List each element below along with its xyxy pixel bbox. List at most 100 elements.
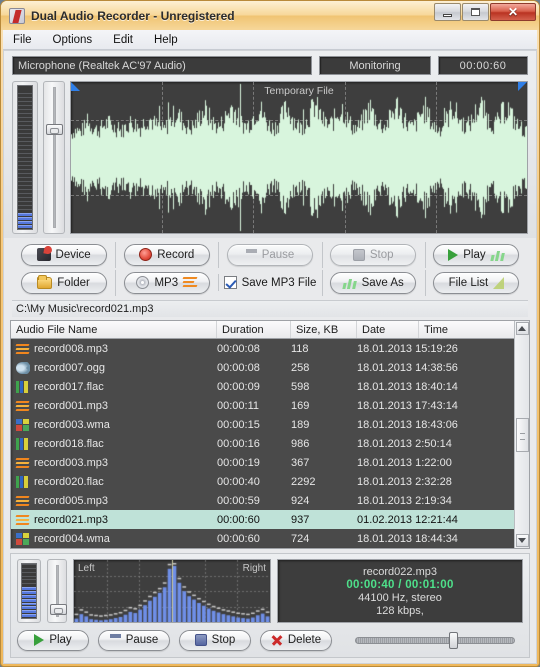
delete-x-icon bbox=[271, 634, 283, 646]
pause-button[interactable]: Pause bbox=[227, 243, 313, 266]
menu-item-file[interactable]: File bbox=[11, 33, 34, 47]
column-header-date[interactable]: Date bbox=[357, 321, 419, 338]
track-file-name: record022.mp3 bbox=[363, 565, 437, 578]
meter-segment bbox=[22, 564, 36, 567]
meter-segment bbox=[18, 101, 32, 104]
meter-segment bbox=[18, 217, 32, 220]
file-name-cell: record021.mp3 bbox=[11, 514, 217, 526]
checkbox-checked-icon[interactable] bbox=[223, 276, 237, 289]
title-bar: Dual Audio Recorder - Unregistered ✕ bbox=[1, 1, 539, 30]
folder-button[interactable]: Folder bbox=[20, 271, 107, 294]
meter-segment bbox=[18, 165, 32, 168]
scroll-up-icon[interactable] bbox=[515, 322, 529, 335]
meter-segment bbox=[18, 197, 32, 200]
meter-segment bbox=[22, 602, 36, 606]
window-controls: ✕ bbox=[434, 3, 536, 21]
menu-item-options[interactable]: Options bbox=[51, 33, 95, 47]
scrollbar-thumb[interactable] bbox=[515, 417, 529, 452]
stop-icon bbox=[352, 248, 365, 261]
player-controls-row: Play Pause Stop Delete bbox=[17, 628, 523, 652]
player-stop-button[interactable]: Stop bbox=[179, 629, 251, 651]
scroll-down-icon[interactable] bbox=[515, 534, 529, 547]
save-as-button[interactable]: Save As bbox=[330, 271, 417, 294]
size-cell: 2292 bbox=[291, 475, 316, 488]
table-row[interactable]: record007.ogg 00:00:08 258 18.01.2013 14:38… bbox=[11, 358, 514, 377]
file-name-text: record017.flac bbox=[34, 380, 104, 393]
stop-button[interactable]: Stop bbox=[330, 243, 417, 266]
record-volume-slider[interactable] bbox=[43, 81, 65, 234]
playback-progress-slider[interactable] bbox=[347, 630, 523, 650]
device-button-label: Device bbox=[55, 248, 91, 261]
progress-thumb[interactable] bbox=[448, 631, 458, 649]
datetime-cell: 18.01.2013 1:22:00 bbox=[357, 456, 452, 469]
waveform-display[interactable]: Temporary File bbox=[70, 81, 528, 234]
player-delete-button[interactable]: Delete bbox=[260, 629, 332, 651]
table-row[interactable]: record004.wma 00:00:60 724 18.01.2013 18:44… bbox=[11, 529, 514, 548]
file-name-text: record008.mp3 bbox=[34, 342, 108, 355]
menu-item-edit[interactable]: Edit bbox=[111, 33, 135, 47]
waveform-bars-icon bbox=[489, 249, 505, 261]
datetime-cell: 18.01.2013 15:19:26 bbox=[357, 342, 458, 355]
file-name-cell: record007.ogg bbox=[11, 361, 217, 374]
playback-volume-thumb[interactable] bbox=[50, 604, 67, 615]
elapsed-time-display: 00:00:60 bbox=[438, 56, 528, 75]
close-button[interactable]: ✕ bbox=[490, 3, 536, 21]
pause-icon bbox=[245, 248, 257, 261]
column-header-name[interactable]: Audio File Name bbox=[11, 321, 217, 338]
file-name-text: record021.mp3 bbox=[34, 513, 108, 526]
meter-segment bbox=[18, 149, 32, 152]
status-row: Microphone (Realtek AC'97 Audio) Monitor… bbox=[12, 56, 528, 75]
cd-icon bbox=[136, 276, 150, 289]
mp3-format-button[interactable]: MP3 bbox=[123, 271, 210, 294]
meter-segment bbox=[22, 610, 36, 614]
table-row[interactable]: record008.mp3 00:00:08 118 18.01.2013 15:19… bbox=[11, 339, 514, 358]
table-row[interactable]: record018.flac 00:00:16 986 18.01.2013 2:50… bbox=[11, 434, 514, 453]
file-list-button[interactable]: File List bbox=[433, 271, 520, 294]
meter-segment bbox=[18, 121, 32, 124]
table-row[interactable]: record021.mp3 00:00:60 937 01.02.2013 12:21… bbox=[11, 510, 514, 529]
save-mp3-checkbox[interactable]: Save MP3 File bbox=[223, 276, 316, 289]
table-row[interactable]: record003.wma 00:00:15 189 18.01.2013 18:43… bbox=[11, 415, 514, 434]
record-volume-thumb[interactable] bbox=[46, 124, 63, 135]
maximize-button[interactable] bbox=[462, 3, 489, 21]
menu-bar: File Options Edit Help bbox=[3, 30, 537, 50]
column-header-size[interactable]: Size, KB bbox=[291, 321, 357, 338]
flac-file-icon bbox=[16, 475, 29, 488]
waveform-title: Temporary File bbox=[264, 85, 334, 97]
column-header-duration[interactable]: Duration bbox=[217, 321, 291, 338]
menu-item-help[interactable]: Help bbox=[152, 33, 180, 47]
duration-cell: 00:00:11 bbox=[217, 399, 260, 412]
folder-icon bbox=[37, 274, 53, 289]
size-cell: 118 bbox=[291, 342, 309, 355]
table-row[interactable]: record005.mp3 00:00:59 924 18.01.2013 2:19:… bbox=[11, 491, 514, 510]
meter-segment bbox=[18, 109, 32, 112]
table-row[interactable]: record017.flac 00:00:09 598 18.01.2013 18:4… bbox=[11, 377, 514, 396]
player-play-button[interactable]: Play bbox=[17, 629, 89, 651]
file-list-label: File List bbox=[448, 276, 489, 289]
player-pause-button[interactable]: Pause bbox=[98, 629, 170, 651]
table-row[interactable]: record020.flac 00:00:40 2292 18.01.2013 2:3… bbox=[11, 472, 514, 491]
spectrum-right-label: Right bbox=[242, 563, 266, 574]
playback-volume-slider[interactable] bbox=[47, 559, 67, 623]
device-display[interactable]: Microphone (Realtek AC'97 Audio) bbox=[12, 56, 312, 75]
table-row[interactable]: record003.mp3 00:00:19 367 18.01.2013 1:22:… bbox=[11, 453, 514, 472]
play-icon bbox=[34, 634, 45, 646]
play-button[interactable]: Play bbox=[433, 243, 520, 266]
meter-segment bbox=[18, 117, 32, 120]
file-list-scrollbar[interactable] bbox=[514, 321, 529, 548]
selection-start-marker-icon[interactable] bbox=[71, 82, 80, 91]
meter-segment bbox=[22, 571, 36, 575]
spectrum-left-label: Left bbox=[78, 563, 95, 574]
size-cell: 598 bbox=[291, 380, 310, 393]
device-button[interactable]: Device bbox=[20, 243, 107, 266]
meter-segment bbox=[22, 575, 36, 579]
file-name-cell: record001.mp3 bbox=[11, 400, 217, 412]
record-button[interactable]: Record bbox=[123, 243, 210, 266]
table-row[interactable]: record001.mp3 00:00:11 169 18.01.2013 17:43… bbox=[11, 396, 514, 415]
file-name-text: record018.flac bbox=[34, 437, 104, 450]
selection-end-marker-icon[interactable] bbox=[518, 82, 527, 91]
column-header-time[interactable]: Time bbox=[419, 321, 514, 338]
cell-saveas: Save As bbox=[321, 269, 425, 296]
minimize-button[interactable] bbox=[434, 3, 461, 21]
mp3-file-icon bbox=[15, 514, 30, 526]
